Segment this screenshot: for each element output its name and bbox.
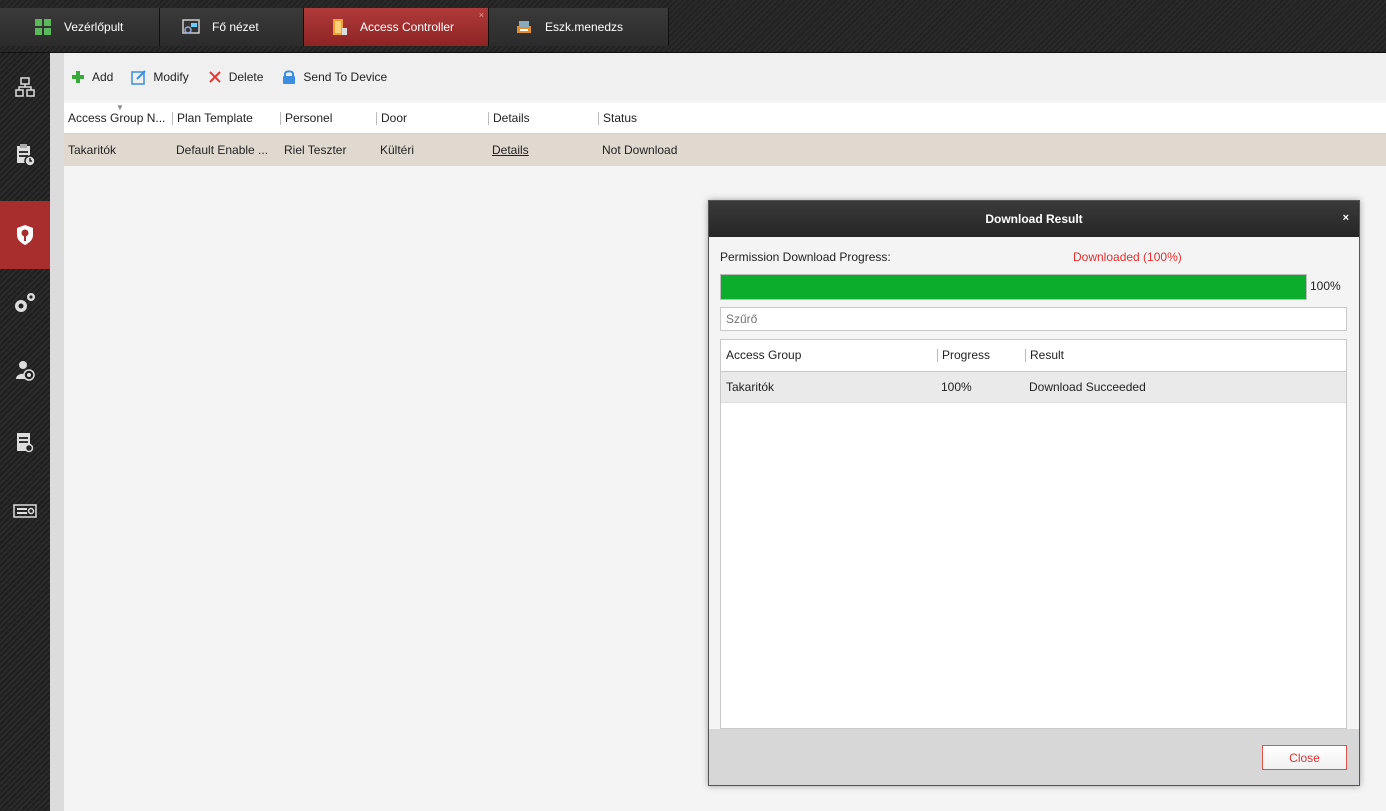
cell-plan-template: Default Enable ...: [176, 143, 269, 157]
dashboard-icon: [34, 18, 52, 36]
close-button[interactable]: Close: [1262, 745, 1347, 770]
sidebar-item-reports[interactable]: [0, 409, 50, 477]
table-row[interactable]: Takaritók 100% Download Succeeded: [721, 372, 1346, 403]
dialog-title-bar: Download Result ×: [709, 201, 1359, 237]
tab-main-view-label: Fő nézet: [212, 20, 259, 34]
toolbar: Add Modify Delete Send To Device: [64, 53, 1386, 100]
column-header-access-group[interactable]: Access Group N...: [64, 112, 172, 125]
dialog-footer: Close: [709, 729, 1359, 785]
tab-dashboard[interactable]: Vezérlőpult: [0, 8, 160, 46]
main-view-icon: [182, 18, 200, 36]
access-controller-icon: [330, 18, 348, 36]
filter-input[interactable]: [720, 307, 1347, 331]
sidebar-item-controller[interactable]: [0, 477, 50, 545]
tab-close-icon[interactable]: ×: [479, 10, 484, 20]
cell-status: Not Download: [602, 143, 678, 157]
sidebar-item-settings[interactable]: [0, 269, 50, 337]
cell-door: Kültéri: [380, 143, 415, 157]
cell-result: Download Succeeded: [1029, 380, 1146, 394]
column-header-details[interactable]: Details: [488, 111, 598, 125]
add-button-label: Add: [92, 69, 114, 84]
modify-button[interactable]: Modify: [131, 69, 189, 85]
tab-main-view[interactable]: Fő nézet: [160, 8, 304, 46]
delete-button-label: Delete: [228, 69, 264, 84]
column-header-status[interactable]: Status: [598, 111, 718, 125]
sidebar-item-person-search[interactable]: [0, 337, 50, 405]
sidebar-item-access-control[interactable]: [0, 201, 50, 269]
progress-status: Downloaded (100%): [1073, 250, 1182, 264]
device-management-icon: [515, 18, 533, 36]
tab-device-management-label: Eszk.menedzs: [545, 20, 624, 34]
download-result-dialog: Download Result × Permission Download Pr…: [708, 200, 1360, 786]
send-to-device-label: Send To Device: [303, 69, 388, 84]
column-header-result[interactable]: Result: [1025, 349, 1345, 362]
lock-icon: [281, 69, 297, 85]
details-link[interactable]: Details: [488, 143, 598, 157]
dialog-close-icon[interactable]: ×: [1343, 212, 1349, 224]
progress-percent: 100%: [1310, 279, 1341, 293]
cell-access-group: Takaritók: [726, 380, 775, 394]
add-button[interactable]: Add: [70, 69, 113, 85]
table-header: ▼ Access Group N... Plan Template Person…: [64, 103, 1386, 134]
plus-icon: [70, 69, 86, 85]
tab-access-controller[interactable]: Access Controller ×: [304, 8, 489, 46]
result-table-header: Access Group Progress Result: [721, 340, 1346, 372]
tab-device-management[interactable]: Eszk.menedzs: [489, 8, 669, 46]
column-header-personnel[interactable]: Personel: [280, 111, 376, 125]
organization-icon: [15, 77, 35, 97]
shield-pin-icon: [17, 225, 33, 245]
controller-device-icon: [13, 504, 37, 518]
tab-dashboard-label: Vezérlőpult: [64, 20, 124, 34]
dialog-title: Download Result: [985, 212, 1083, 226]
left-sidebar: [0, 53, 50, 811]
edit-icon: [131, 69, 147, 85]
cell-progress: 100%: [941, 380, 972, 394]
top-tab-bar: Vezérlőpult Fő nézet Access Controller ×…: [0, 0, 1386, 53]
column-header-door[interactable]: Door: [376, 111, 488, 125]
result-table: Access Group Progress Result Takaritók 1…: [720, 339, 1347, 729]
report-search-icon: [17, 433, 34, 453]
sidebar-item-organization[interactable]: [0, 53, 50, 121]
sort-indicator-icon[interactable]: ▼: [116, 103, 124, 112]
column-header-progress[interactable]: Progress: [937, 349, 1025, 362]
modify-button-label: Modify: [153, 69, 189, 84]
delete-button[interactable]: Delete: [207, 69, 264, 85]
tab-access-controller-label: Access Controller: [360, 20, 455, 34]
table-row[interactable]: Takaritók Default Enable ... Riel Teszte…: [64, 134, 1386, 166]
progress-bar: [720, 274, 1307, 300]
person-search-icon: [16, 361, 35, 381]
clipboard-clock-icon: [17, 144, 36, 167]
delete-x-icon: [207, 69, 223, 85]
column-header-plan-template[interactable]: Plan Template: [172, 111, 280, 125]
cell-personnel: Riel Teszter: [284, 143, 347, 157]
access-group-table: ▼ Access Group N... Plan Template Person…: [64, 103, 1386, 166]
send-to-device-button[interactable]: Send To Device: [281, 69, 387, 85]
column-header-access-group[interactable]: Access Group: [721, 349, 937, 362]
progress-bar-fill: [721, 275, 1306, 299]
progress-label: Permission Download Progress:: [720, 250, 891, 264]
cell-access-group: Takaritók: [68, 143, 117, 157]
settings-gears-icon: [15, 293, 35, 312]
sidebar-item-schedule[interactable]: [0, 121, 50, 189]
